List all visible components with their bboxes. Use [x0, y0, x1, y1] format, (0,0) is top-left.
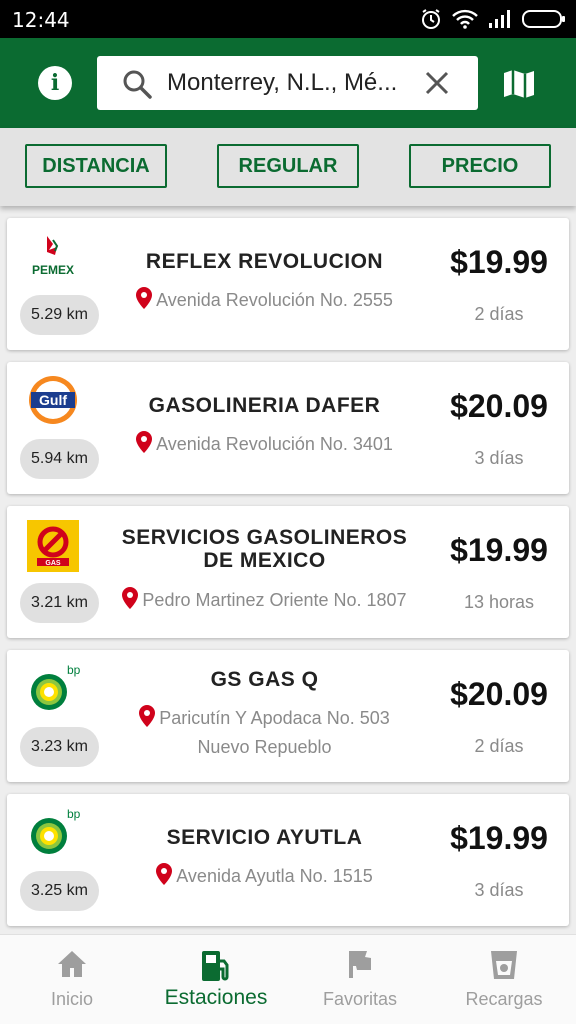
home-icon	[58, 951, 86, 977]
bp-logo-text: bp	[67, 807, 81, 821]
distance-badge: 3.23 km	[20, 727, 99, 767]
station-name: GASOLINERIA DAFER	[148, 394, 381, 417]
station-name: SERVICIOS GASOLINEROS DE MEXICO	[121, 526, 408, 572]
location-pin-icon	[139, 705, 156, 727]
filter-bar: DISTANCIA REGULAR PRECIO	[0, 128, 576, 206]
price-age: 2 días	[474, 736, 524, 756]
filter-price-button[interactable]: PRECIO	[409, 144, 551, 188]
price-age: 13 horas	[463, 592, 535, 612]
station-card[interactable]: bp SERVICIO AYUTLA Avenida Ayutla No. 15…	[7, 794, 569, 926]
price-age: 2 días	[474, 304, 524, 324]
distance-badge: 5.29 km	[20, 295, 99, 335]
filter-distance-button[interactable]: DISTANCIA	[25, 144, 167, 188]
gulf-logo: Gulf	[25, 374, 81, 430]
station-price: $19.99	[450, 244, 548, 280]
wifi-icon	[452, 9, 478, 29]
search-box[interactable]: Monterrey, N.L., Mé...	[97, 56, 478, 110]
gas-logo-text: GAS	[45, 560, 61, 567]
bp-logo: bp	[25, 806, 81, 862]
pemex-logo-text: PEMEX	[32, 263, 74, 277]
station-address: Avenida Ayutla No. 1515	[107, 862, 422, 891]
station-name: GS GAS Q	[210, 668, 319, 691]
station-card[interactable]: Gulf GASOLINERIA DAFER Avenida Revolució…	[7, 362, 569, 494]
status-bar: 12:44	[0, 0, 576, 38]
map-icon[interactable]	[502, 68, 536, 100]
nav-label: Recargas	[465, 989, 543, 1009]
station-name: REFLEX REVOLUCION	[145, 250, 384, 273]
station-price: $19.99	[450, 532, 548, 568]
signal-icon	[489, 10, 510, 28]
station-address: Pedro Martinez Oriente No. 1807	[107, 586, 422, 615]
station-address-text: Avenida Revolución No. 2555	[156, 290, 393, 310]
battery-icon	[522, 10, 565, 28]
distance-badge: 3.21 km	[20, 583, 99, 623]
close-icon[interactable]	[424, 70, 450, 96]
distance-badge: 3.25 km	[20, 871, 99, 911]
station-address-line2: Nuevo Repueblo	[197, 737, 332, 757]
station-address-text: Avenida Revolución No. 3401	[156, 434, 393, 454]
flag-icon	[349, 951, 371, 978]
station-address-text: Avenida Ayutla No. 1515	[176, 866, 373, 886]
station-price: $20.09	[450, 676, 548, 712]
info-icon[interactable]: i	[38, 66, 72, 100]
price-age: 3 días	[474, 880, 524, 900]
gas-brand-logo: GAS	[25, 518, 81, 574]
station-price: $20.09	[450, 388, 548, 424]
status-icons	[420, 8, 566, 30]
station-address: Avenida Revolución No. 3401	[107, 430, 422, 459]
station-name: SERVICIO AYUTLA	[166, 826, 363, 849]
gas-station-icon	[202, 951, 229, 981]
location-pin-icon	[122, 587, 139, 609]
nav-estaciones[interactable]: Estaciones	[144, 935, 288, 1024]
nav-recargas[interactable]: Recargas	[432, 935, 576, 1024]
bp-logo-text: bp	[67, 663, 81, 677]
price-age: 3 días	[474, 448, 524, 468]
cup-icon	[491, 951, 517, 979]
filter-regular-button[interactable]: REGULAR	[217, 144, 359, 188]
bp-logo: bp	[25, 662, 81, 718]
station-card[interactable]: PEMEX REFLEX REVOLUCION Avenida Revoluci…	[7, 218, 569, 350]
station-address: Paricutín Y Apodaca No. 503 Nuevo Repuebl…	[107, 704, 422, 762]
nav-label: Favoritas	[322, 989, 398, 1009]
nav-inicio[interactable]: Inicio	[0, 935, 144, 1024]
station-price: $19.99	[450, 820, 548, 856]
location-pin-icon	[136, 431, 153, 453]
station-address-text: Paricutín Y Apodaca No. 503	[159, 708, 390, 728]
station-address: Avenida Revolución No. 2555	[107, 286, 422, 315]
location-pin-icon	[136, 287, 153, 309]
status-time: 12:44	[12, 8, 70, 32]
bottom-nav: Inicio Estaciones Favoritas Recargas	[0, 934, 576, 1024]
station-card[interactable]: bp GS GAS Q Paricutín Y Apodaca No. 503 N…	[7, 650, 569, 782]
pemex-logo: PEMEX	[25, 230, 81, 286]
search-input[interactable]: Monterrey, N.L., Mé...	[167, 69, 407, 97]
location-pin-icon	[156, 863, 173, 885]
station-address-text: Pedro Martinez Oriente No. 1807	[142, 590, 407, 610]
app-bar: i Monterrey, N.L., Mé...	[0, 38, 576, 128]
search-icon	[123, 70, 152, 99]
station-list: PEMEX REFLEX REVOLUCION Avenida Revoluci…	[0, 206, 576, 934]
nav-label: Inicio	[50, 989, 94, 1009]
gulf-logo-text: Gulf	[39, 392, 67, 408]
nav-favoritas[interactable]: Favoritas	[288, 935, 432, 1024]
nav-label: Estaciones	[164, 986, 268, 1009]
station-card[interactable]: GAS SERVICIOS GASOLINEROS DE MEXICO Pedr…	[7, 506, 569, 638]
alarm-icon	[422, 9, 440, 29]
distance-badge: 5.94 km	[20, 439, 99, 479]
